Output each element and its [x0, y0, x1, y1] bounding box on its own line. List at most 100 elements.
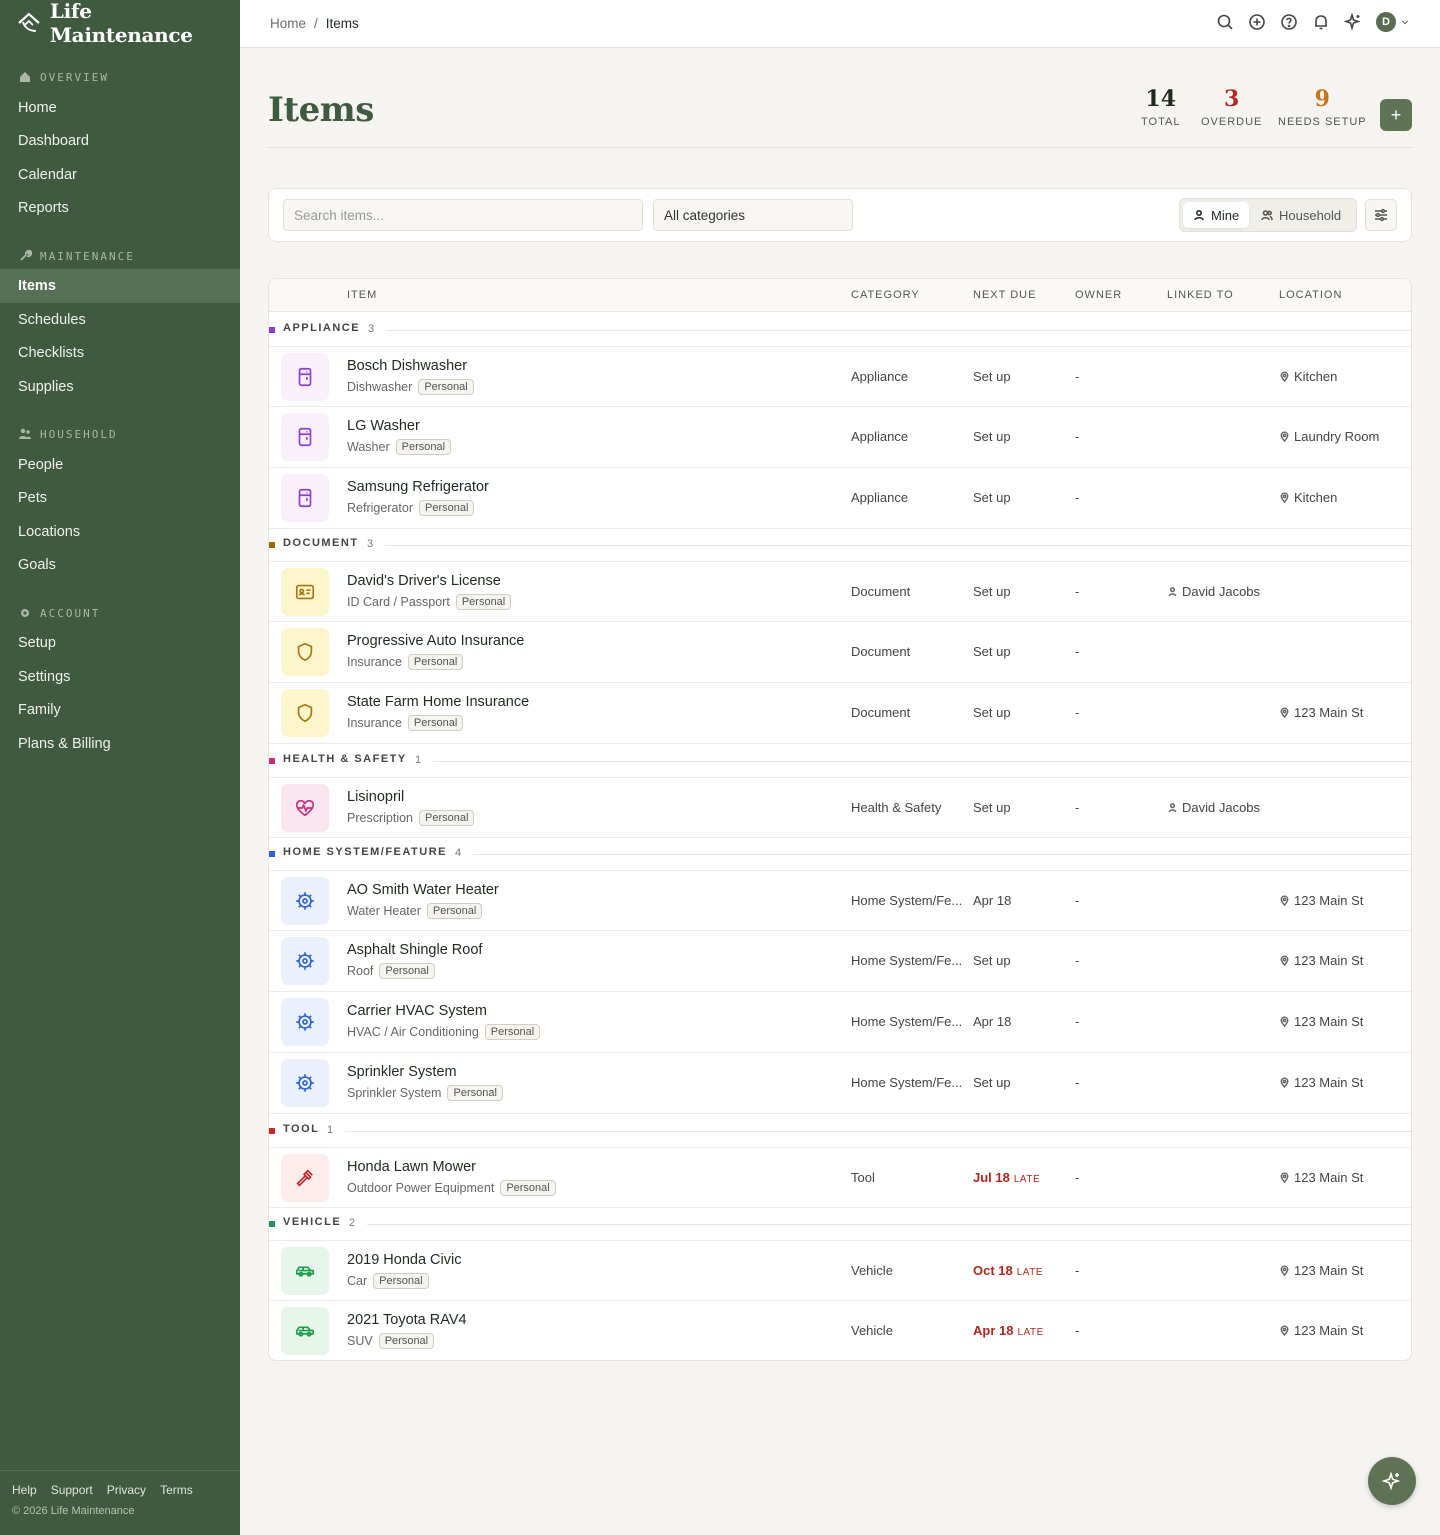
location-name: Laundry Room	[1294, 429, 1380, 444]
sidebar-item-schedules[interactable]: Schedules	[0, 303, 240, 337]
item-name[interactable]: AO Smith Water Heater	[347, 882, 499, 898]
sidebar-item-home[interactable]: Home	[0, 91, 240, 125]
col-location[interactable]: LOCATION	[1279, 289, 1342, 301]
assistant-button[interactable]	[1368, 1457, 1416, 1505]
table-row[interactable]: Bosch Dishwasher Dishwasher Personal Applia…	[269, 346, 1411, 407]
table-row[interactable]: State Farm Home Insurance Insurance Person…	[269, 683, 1411, 744]
item-next-due[interactable]: Set up	[973, 1075, 1011, 1090]
toggle-household[interactable]: Household	[1251, 202, 1351, 228]
add-item-button[interactable]: +	[1380, 99, 1412, 131]
item-name[interactable]: Samsung Refrigerator	[347, 479, 489, 495]
table-row[interactable]: Lisinopril Prescription Personal Health & S…	[269, 777, 1411, 838]
group-count: 4	[455, 847, 462, 859]
item-next-due: Apr 18 LATE	[973, 1323, 1044, 1338]
col-item[interactable]: ITEM	[347, 289, 377, 301]
sidebar-item-calendar[interactable]: Calendar	[0, 158, 240, 192]
breadcrumb-home[interactable]: Home	[270, 16, 306, 31]
table-row[interactable]: LG Washer Washer Personal Appliance Set up - L…	[269, 407, 1411, 468]
sidebar-item-supplies[interactable]: Supplies	[0, 370, 240, 404]
col-category[interactable]: CATEGORY	[851, 289, 920, 301]
item-name[interactable]: LG Washer	[347, 418, 420, 434]
sidebar-item-people[interactable]: People	[0, 448, 240, 482]
table-row[interactable]: AO Smith Water Heater Water Heater Persona…	[269, 870, 1411, 931]
sidebar-item-plans-billing[interactable]: Plans & Billing	[0, 727, 240, 761]
toggle-mine[interactable]: Mine	[1183, 202, 1250, 228]
item-name[interactable]: David's Driver's License	[347, 573, 501, 589]
item-name[interactable]: Sprinkler System	[347, 1064, 457, 1080]
sidebar-item-family[interactable]: Family	[0, 693, 240, 727]
col-owner[interactable]: OWNER	[1075, 289, 1122, 301]
sidebar-item-label: People	[18, 457, 64, 473]
footer-link-help[interactable]: Help	[12, 1483, 37, 1497]
sidebar-item-pets[interactable]: Pets	[0, 481, 240, 515]
group-header-home-system-feature[interactable]: HOME SYSTEM/FEATURE 4	[269, 837, 1411, 870]
category-select[interactable]: All categories	[653, 199, 853, 231]
location-name: 123 Main St	[1294, 1323, 1364, 1338]
item-next-due[interactable]: Set up	[973, 644, 1011, 659]
bell-icon[interactable]	[1312, 13, 1330, 31]
item-next-due[interactable]: Set up	[973, 800, 1011, 815]
group-header-vehicle[interactable]: VEHICLE 2	[269, 1207, 1411, 1240]
item-name[interactable]: Honda Lawn Mower	[347, 1159, 476, 1175]
col-linked-to[interactable]: LINKED TO	[1167, 289, 1234, 301]
sidebar-item-checklists[interactable]: Checklists	[0, 336, 240, 370]
item-next-due[interactable]: Set up	[973, 490, 1011, 505]
item-name[interactable]: State Farm Home Insurance	[347, 694, 529, 710]
group-header-tool[interactable]: TOOL 1	[269, 1114, 1411, 1147]
item-name[interactable]: Lisinopril	[347, 789, 404, 805]
item-name[interactable]: 2021 Toyota RAV4	[347, 1312, 467, 1328]
table-row[interactable]: Samsung Refrigerator Refrigerator Personal…	[269, 468, 1411, 529]
sidebar-item-locations[interactable]: Locations	[0, 515, 240, 549]
item-next-due[interactable]: Set up	[973, 584, 1011, 599]
item-next-due[interactable]: Set up	[973, 705, 1011, 720]
sidebar-item-items[interactable]: Items	[0, 269, 240, 303]
group-header-health-safety[interactable]: HEALTH & SAFETY 1	[269, 744, 1411, 777]
add-circle-icon[interactable]	[1248, 13, 1266, 31]
item-next-due[interactable]: Set up	[973, 369, 1011, 384]
table-row[interactable]: Progressive Auto Insurance Insurance Perso…	[269, 622, 1411, 683]
group-header-document[interactable]: DOCUMENT 3	[269, 528, 1411, 561]
person-icon	[1168, 803, 1177, 813]
group-header-appliance[interactable]: APPLIANCE 3	[269, 313, 1411, 346]
table-row[interactable]: 2019 Honda Civic Car Personal Vehicle Oct 18…	[269, 1240, 1411, 1301]
table-row[interactable]: Carrier HVAC System HVAC / Air Conditioni…	[269, 992, 1411, 1053]
item-name[interactable]: 2019 Honda Civic	[347, 1252, 461, 1268]
footer-link-support[interactable]: Support	[51, 1483, 93, 1497]
table-row[interactable]: Sprinkler System Sprinkler System Personal…	[269, 1053, 1411, 1114]
sidebar-item-dashboard[interactable]: Dashboard	[0, 124, 240, 158]
item-name[interactable]: Bosch Dishwasher	[347, 358, 467, 374]
footer-link-terms[interactable]: Terms	[160, 1483, 193, 1497]
due-value: Apr 18	[973, 1014, 1012, 1029]
sparkle-icon[interactable]	[1344, 13, 1362, 31]
sidebar-item-settings[interactable]: Settings	[0, 660, 240, 694]
owner-badge: Personal	[419, 500, 475, 516]
item-name[interactable]: Progressive Auto Insurance	[347, 633, 524, 649]
sidebar-item-reports[interactable]: Reports	[0, 191, 240, 225]
sidebar-item-setup[interactable]: Setup	[0, 626, 240, 660]
avatar[interactable]: D	[1376, 12, 1396, 32]
table-row[interactable]: 2021 Toyota RAV4 SUV Personal Vehicle Apr 18…	[269, 1301, 1411, 1360]
item-icon-box	[281, 353, 329, 401]
table-row[interactable]: David's Driver's License ID Card / Passpo…	[269, 561, 1411, 622]
view-settings-button[interactable]	[1365, 199, 1397, 231]
footer-link-privacy[interactable]: Privacy	[107, 1483, 146, 1497]
item-name[interactable]: Asphalt Shingle Roof	[347, 942, 482, 958]
item-next-due[interactable]: Set up	[973, 953, 1011, 968]
item-next-due[interactable]: Set up	[973, 429, 1011, 444]
help-icon[interactable]	[1280, 13, 1298, 31]
search-input[interactable]: Search items...	[283, 199, 643, 231]
table-row[interactable]: Honda Lawn Mower Outdoor Power Equipment P…	[269, 1147, 1411, 1208]
col-next-due[interactable]: NEXT DUE	[973, 289, 1036, 301]
item-location: 123 Main St	[1279, 1170, 1363, 1185]
search-icon[interactable]	[1216, 13, 1234, 31]
group-count: 1	[327, 1124, 334, 1136]
item-linked-to[interactable]: David Jacobs	[1167, 800, 1260, 815]
chevron-down-icon[interactable]	[1400, 17, 1410, 27]
table-row[interactable]: Asphalt Shingle Roof Roof Personal Home Sys…	[269, 931, 1411, 992]
item-icon-box	[281, 689, 329, 737]
item-name[interactable]: Carrier HVAC System	[347, 1003, 487, 1019]
group-color-dot	[269, 327, 275, 333]
item-linked-to[interactable]: David Jacobs	[1167, 584, 1260, 599]
app-logo[interactable]: Life Maintenance	[16, 0, 240, 47]
sidebar-item-goals[interactable]: Goals	[0, 548, 240, 582]
